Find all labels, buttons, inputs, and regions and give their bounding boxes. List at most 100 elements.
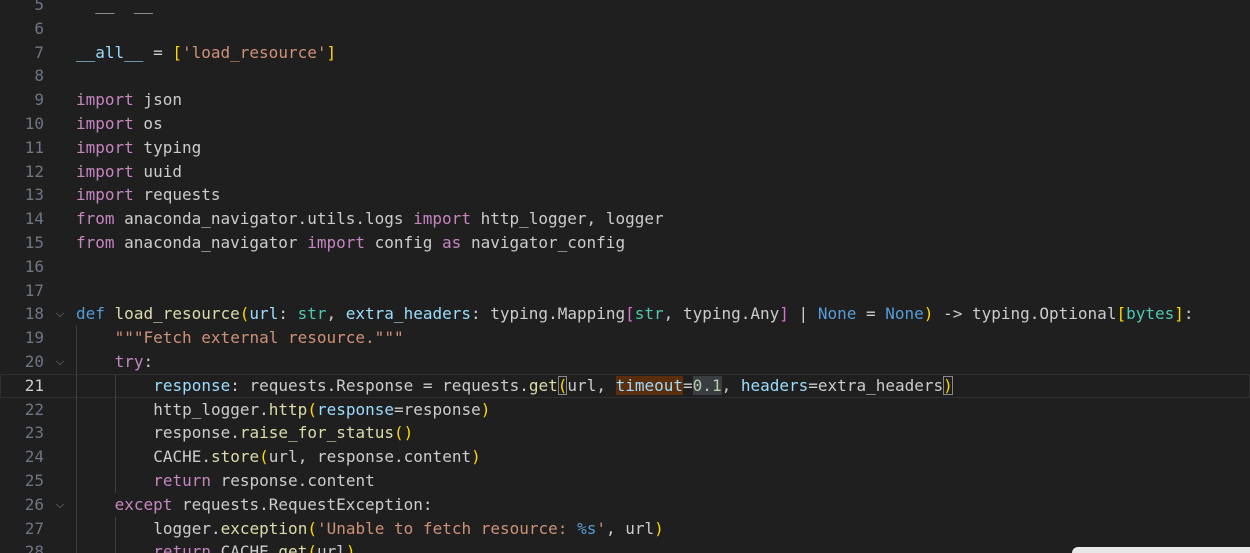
code-token: timeout <box>615 375 684 395</box>
code-token: response <box>153 375 231 395</box>
code-token: : <box>278 304 298 324</box>
indent-guide <box>114 540 116 553</box>
code-token: 'load_resource' <box>181 42 327 62</box>
code-token: import <box>76 113 134 133</box>
code-token: return <box>153 470 211 490</box>
code-line[interactable]: 18 ⌵ def load_resource(url: str, extra_hea… <box>0 302 1250 326</box>
code-token: get <box>528 375 558 395</box>
code-text: __all__ = ['load_resource'] <box>76 41 336 65</box>
code-token: store <box>210 447 260 467</box>
code-token: [ <box>625 304 635 324</box>
indent-guide <box>76 421 77 446</box>
code-token: load_resource <box>114 304 240 324</box>
code-token: uuid <box>133 161 182 181</box>
line-number: 5 <box>34 0 44 14</box>
code-lines[interactable]: 5 __ __ 6 7 __all__ = ['load_resource'] 8 9 i… <box>0 0 1250 553</box>
code-token: anaconda_navigator.utils.logs <box>114 209 414 229</box>
code-token: url, response.content <box>268 447 472 467</box>
code-token: import <box>76 90 134 110</box>
code-token: ( <box>259 447 269 467</box>
line-number: 19 <box>24 328 44 348</box>
code-token: : requests.Response = requests. <box>230 375 529 395</box>
code-token: return <box>153 542 211 553</box>
indent-guide <box>114 445 116 469</box>
code-token: , <box>721 375 741 395</box>
code-line[interactable]: 10 import os <box>0 112 1250 136</box>
indent-guide <box>76 516 77 541</box>
code-line[interactable]: 26 ⌵ except requests.RequestException: <box>0 492 1250 517</box>
code-text: import uuid <box>76 160 182 184</box>
line-number: 18 <box>24 304 44 324</box>
code-token: headers <box>740 375 809 395</box>
line-number: 7 <box>34 42 44 62</box>
code-token: __all__ <box>76 42 144 62</box>
code-token: =extra_headers <box>808 375 944 395</box>
code-line[interactable]: 14 from anaconda_navigator.utils.logs imp… <box>0 207 1250 231</box>
code-line[interactable]: 21 response: requests.Response = requests… <box>0 373 1250 398</box>
code-line[interactable]: 24 CACHE.store(url, response.content) <box>0 445 1250 469</box>
code-line[interactable]: 28 return CACHE.get(url) <box>0 540 1250 553</box>
code-token: ] <box>779 304 789 324</box>
code-text: __ __ <box>76 0 172 17</box>
code-line[interactable]: 11 import typing <box>0 136 1250 160</box>
code-line[interactable]: 13 import requests <box>0 183 1250 207</box>
code-line[interactable]: 8 <box>0 64 1250 88</box>
code-token: import <box>76 161 134 181</box>
line-number: 24 <box>24 447 44 467</box>
code-token: | <box>788 304 818 324</box>
code-editor[interactable]: 5 __ __ 6 7 __all__ = ['load_resource'] 8 9 i… <box>0 0 1250 553</box>
code-line[interactable]: 9 import json <box>0 88 1250 112</box>
code-line[interactable]: 25 return response.content <box>0 468 1250 493</box>
code-line[interactable]: 5 __ __ <box>0 0 1250 17</box>
code-token: requests <box>133 185 221 205</box>
code-token: = <box>143 42 173 62</box>
code-line[interactable]: 12 import uuid <box>0 160 1250 184</box>
code-token: -> typing.Optional <box>933 304 1117 324</box>
code-token: import <box>413 209 471 229</box>
code-line[interactable]: 23 response.raise_for_status() <box>0 421 1250 446</box>
code-token: """Fetch external resource.""" <box>114 328 404 348</box>
code-token: http_logger, logger <box>470 209 664 229</box>
indent-guide <box>76 492 77 517</box>
code-line[interactable]: 6 <box>0 17 1250 41</box>
line-number: 11 <box>24 137 44 157</box>
code-line[interactable]: 17 <box>0 279 1250 303</box>
code-text: from anaconda_navigator.utils.logs impor… <box>76 207 664 231</box>
indent-guide <box>114 373 116 398</box>
code-token: = <box>683 375 693 395</box>
code-line[interactable]: 20 ⌵ try: <box>0 349 1250 374</box>
code-line[interactable]: 7 __all__ = ['load_resource'] <box>0 41 1250 65</box>
code-line[interactable]: 22 http_logger.http(response=response) <box>0 397 1250 422</box>
code-token: ) <box>654 518 664 538</box>
code-token: from <box>76 232 115 252</box>
code-token: os <box>133 113 163 133</box>
line-number: 16 <box>24 256 44 276</box>
chevron-down-icon[interactable]: ⌵ <box>53 302 67 326</box>
line-number: 20 <box>24 351 44 371</box>
code-token: : <box>143 351 154 371</box>
chevron-down-icon[interactable]: ⌵ <box>53 493 67 517</box>
code-line[interactable]: 27 logger.exception('Unable to fetch reso… <box>0 516 1250 541</box>
code-text: response.raise_for_status() <box>153 421 413 445</box>
code-token: import <box>76 137 134 157</box>
code-line[interactable]: 15 from anaconda_navigator import config … <box>0 231 1250 255</box>
indent-guide <box>114 468 116 493</box>
code-line[interactable]: 19 """Fetch external resource.""" <box>0 326 1250 350</box>
code-line[interactable]: 16 <box>0 255 1250 279</box>
code-token: , <box>326 304 346 324</box>
code-token: 0.1 <box>692 375 722 395</box>
code-token: =response <box>394 399 481 419</box>
code-token: ) <box>943 375 953 395</box>
code-token: ) <box>471 447 481 467</box>
line-number: 25 <box>24 470 44 490</box>
code-text: http_logger.http(response=response) <box>153 398 490 422</box>
code-token: bytes <box>1126 304 1175 324</box>
chevron-down-icon[interactable]: ⌵ <box>53 350 67 374</box>
code-text: response: requests.Response = requests.g… <box>153 374 953 398</box>
code-token: try <box>114 351 144 371</box>
code-token: from <box>76 209 115 229</box>
horizontal-scrollbar[interactable] <box>1072 547 1250 553</box>
code-token: : <box>1183 304 1194 324</box>
code-token: ) <box>480 399 491 419</box>
line-number: 22 <box>24 399 44 419</box>
